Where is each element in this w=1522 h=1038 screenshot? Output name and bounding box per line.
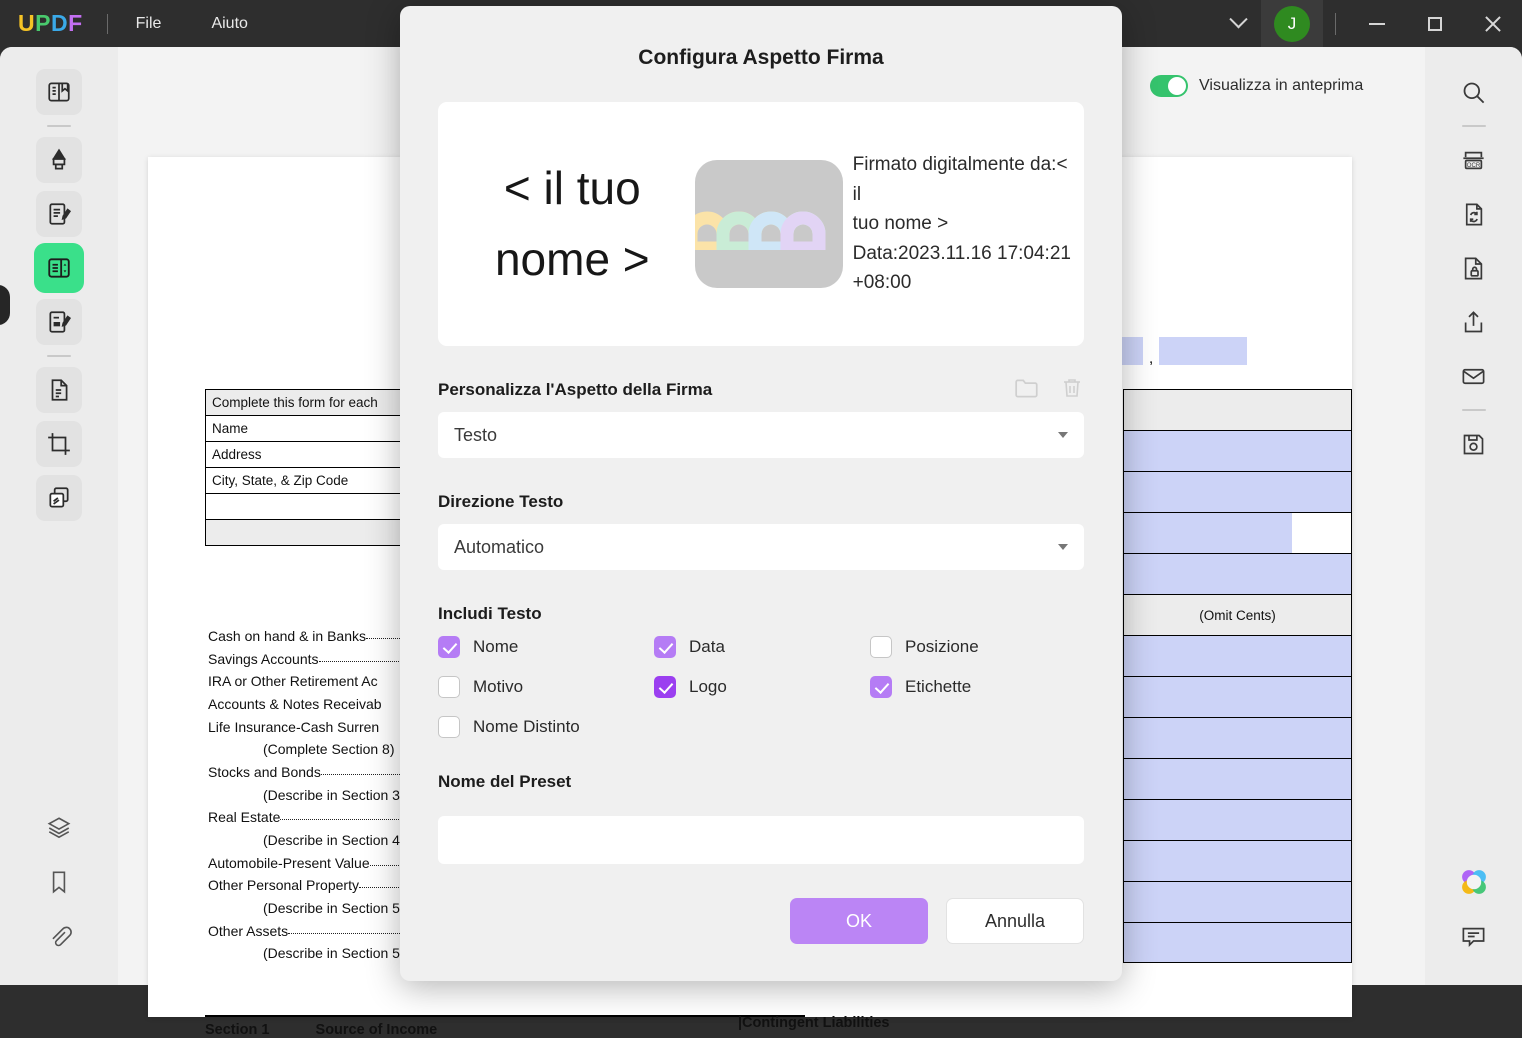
cancel-button[interactable]: Annulla (946, 898, 1084, 944)
checkbox-data[interactable]: Data (654, 636, 870, 658)
configure-signature-appearance-dialog: Configura Aspetto Firma < il tuo nome > … (400, 6, 1122, 981)
direction-select-value: Automatico (454, 536, 545, 557)
checkbox-posizione-box (870, 636, 892, 658)
checkbox-motivo-box (438, 676, 460, 698)
preset-name-input[interactable] (438, 816, 1084, 864)
checkbox-motivo[interactable]: Motivo (438, 676, 654, 698)
trash-icon[interactable] (1060, 376, 1084, 405)
appearance-label: Personalizza l'Aspetto della Firma (438, 380, 713, 399)
checkbox-etichette-box (870, 676, 892, 698)
signature-details-text: Firmato digitalmente da:< il tuo nome > … (852, 154, 1071, 294)
checkbox-etichette[interactable]: Etichette (870, 676, 1084, 698)
checkbox-nome-box (438, 636, 460, 658)
checkbox-data-box (654, 636, 676, 658)
ok-button[interactable]: OK (790, 898, 928, 944)
dialog-title: Configura Aspetto Firma (638, 46, 884, 69)
checkbox-logo-box (654, 676, 676, 698)
checkbox-posizione[interactable]: Posizione (870, 636, 1084, 658)
checkbox-motivo-label: Motivo (473, 677, 524, 696)
include-text-label: Includi Testo (438, 604, 542, 623)
checkbox-logo[interactable]: Logo (654, 676, 870, 698)
chevron-down-icon (1058, 544, 1068, 550)
section-1-heading: Section 1 Source of Income (205, 1015, 805, 1038)
contingent-liabilities-heading: |Contingent Liabilities (738, 1015, 890, 1031)
checkbox-nome-label: Nome (473, 637, 519, 656)
appearance-select[interactable]: Testo (438, 412, 1084, 458)
checkbox-etichette-label: Etichette (905, 677, 972, 696)
signature-name-text: < il tuo nome > (494, 161, 650, 285)
chevron-down-icon (1058, 432, 1068, 438)
dialog-button-row: OK Annulla (400, 898, 1084, 944)
checkbox-nome[interactable]: Nome (438, 636, 654, 658)
updf-wave-logo-icon (694, 160, 843, 288)
appearance-select-value: Testo (454, 424, 498, 445)
checkbox-posizione-label: Posizione (905, 637, 979, 656)
checkbox-nome-distinto-box (438, 716, 460, 738)
section-number: Section 1 (205, 1022, 270, 1038)
checkbox-nome-distinto-label: Nome Distinto (473, 717, 580, 736)
checkbox-data-label: Data (689, 637, 725, 656)
signature-preview: < il tuo nome > Firmato digitalmente da:… (438, 102, 1084, 346)
direction-label: Direzione Testo (438, 492, 564, 511)
checkbox-nome-distinto[interactable]: Nome Distinto (438, 716, 654, 738)
section-title: Source of Income (315, 1022, 438, 1038)
checkbox-logo-label: Logo (689, 677, 727, 696)
direction-select[interactable]: Automatico (438, 524, 1084, 570)
include-text-checkbox-grid: Nome Data Posizione Motivo Logo Etichett… (438, 636, 1084, 738)
preset-name-label: Nome del Preset (438, 772, 572, 791)
modal-overlay: Configura Aspetto Firma < il tuo nome > … (0, 0, 1522, 985)
folder-icon[interactable] (1014, 377, 1040, 404)
